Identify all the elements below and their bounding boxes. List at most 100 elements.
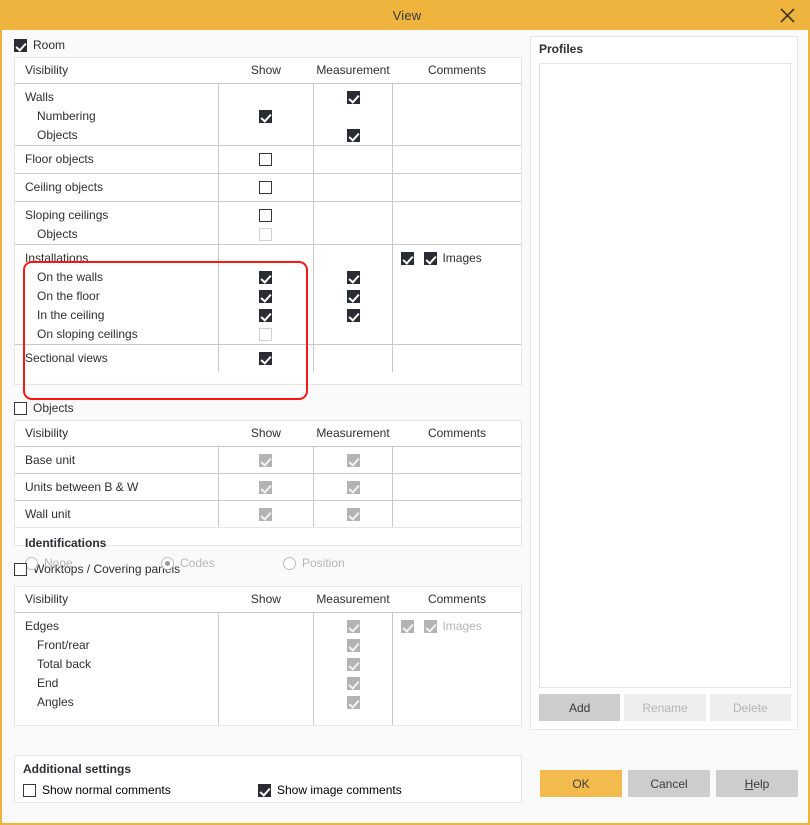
worktops-row-edges-show [219,613,313,726]
walls-objects-measurement-checkbox[interactable] [347,129,360,142]
objects-label: Objects [33,401,74,415]
room-row-ceiling-objects-show [219,174,313,202]
worktops-table: Visibility Show Measurement Comments Edg… [15,587,521,725]
sectional-views-show-checkbox[interactable] [259,352,272,365]
room-row-sloping-ceilings-measurement [313,202,393,245]
help-accel: H [745,777,754,791]
room-panel: Visibility Show Measurement Comments Wal… [14,57,522,385]
total-back-measurement-checkbox [347,658,360,671]
table-row: Floor objects [15,146,521,174]
show-image-comments-checkbox[interactable] [258,784,271,797]
ceiling-objects-show-checkbox[interactable] [259,181,272,194]
walls-numbering-show-checkbox[interactable] [259,110,272,123]
room-row-sectional-views-measurement [313,345,393,373]
show-image-comments-option[interactable]: Show image comments [258,783,402,797]
table-row: Ceiling objects [15,174,521,202]
room-row-sloping-ceilings-show [219,202,313,245]
walls-measurement-checkbox[interactable] [347,91,360,104]
installations-comments-checkbox[interactable] [401,252,414,265]
table-row: Sectional views [15,345,521,373]
sloping-ceilings-objects-show-checkbox [259,228,272,241]
worktops-col-measurement: Measurement [313,587,393,613]
room-row-installations-show [219,245,313,345]
installations-on-the-floor-show-checkbox[interactable] [259,290,272,303]
dialog-titlebar: View [2,0,810,30]
wall-unit-show-checkbox [259,508,272,521]
additional-settings-title: Additional settings [23,762,511,776]
row-label: Sectional views [25,349,218,368]
objects-col-visibility: Visibility [15,421,219,447]
installations-on-the-walls-measurement-checkbox[interactable] [347,271,360,284]
room-col-measurement: Measurement [313,58,393,84]
room-checkbox[interactable] [14,39,27,52]
installations-in-the-ceiling-measurement-checkbox[interactable] [347,309,360,322]
room-table: Visibility Show Measurement Comments Wal… [15,58,521,372]
room-row-installations-labels: Installations On the walls On the floor … [15,245,219,345]
row-label: Angles [25,693,218,712]
table-row: Sloping ceilings Objects [15,202,521,245]
help-button[interactable]: Help [716,770,798,797]
installations-images-checkbox[interactable] [424,252,437,265]
show-normal-comments-checkbox[interactable] [23,784,36,797]
objects-col-measurement: Measurement [313,421,393,447]
room-group-header: Room [14,36,522,54]
room-row-floor-objects-label: Floor objects [15,146,219,174]
settings-pane: Room Visibility Show Measurement Comment… [14,36,522,812]
row-label: Front/rear [25,636,218,655]
room-row-ceiling-objects-comments [393,174,521,202]
add-profile-button[interactable]: Add [539,694,620,721]
objects-col-show: Show [219,421,313,447]
row-label: In the ceiling [25,306,218,325]
identifications-group: Identifications None Codes Position [15,527,521,579]
room-row-ceiling-objects-measurement [313,174,393,202]
worktops-row-edges-labels: Edges Front/rear Total back End Angles [15,613,219,726]
angles-measurement-checkbox [347,696,360,709]
sloping-ceilings-show-checkbox[interactable] [259,209,272,222]
row-label: Floor objects [25,150,218,169]
room-row-walls-labels: Walls Numbering Objects [15,84,219,146]
room-row-sectional-views-comments [393,345,521,373]
identifications-codes-label: Codes [180,556,215,570]
identifications-position-radio [283,557,296,570]
identifications-codes-radio [161,557,174,570]
dialog-button-bar: OK Cancel Help [540,770,798,797]
installations-on-the-walls-show-checkbox[interactable] [259,271,272,284]
row-label: Installations [25,249,218,268]
objects-table: Visibility Show Measurement Comments Bas… [15,421,521,527]
installations-on-the-floor-measurement-checkbox[interactable] [347,290,360,303]
floor-objects-show-checkbox[interactable] [259,153,272,166]
cancel-button[interactable]: Cancel [628,770,710,797]
row-label: Sloping ceilings [25,206,218,225]
room-row-installations-measurement [313,245,393,345]
installations-in-the-ceiling-show-checkbox[interactable] [259,309,272,322]
edges-comments-checkbox [401,620,414,633]
room-table-header-row: Visibility Show Measurement Comments [15,58,521,84]
close-icon[interactable] [770,0,804,30]
worktops-checkbox[interactable] [14,563,27,576]
row-label: Walls [25,88,218,107]
help-rest: elp [753,777,769,791]
objects-group-header: Objects [14,399,522,417]
worktops-row-edges-measurement [313,613,393,726]
room-col-comments: Comments [393,58,521,84]
base-unit-show-checkbox [259,454,272,467]
units-between-measurement-checkbox [347,481,360,494]
identifications-position-label: Position [302,556,345,570]
objects-row-base-unit-measurement [313,447,393,474]
show-normal-comments-option[interactable]: Show normal comments [23,783,258,797]
row-label: On the walls [25,268,218,287]
room-row-sloping-ceilings-labels: Sloping ceilings Objects [15,202,219,245]
objects-row-wall-unit-measurement [313,501,393,528]
objects-checkbox[interactable] [14,402,27,415]
objects-row-base-unit-label: Base unit [15,447,219,474]
table-row: Wall unit [15,501,521,528]
room-row-sectional-views-label: Sectional views [15,345,219,373]
profiles-pane: Profiles Add Rename Delete [530,36,798,730]
room-row-floor-objects-measurement [313,146,393,174]
room-col-visibility: Visibility [15,58,219,84]
ok-button[interactable]: OK [540,770,622,797]
profiles-list[interactable] [539,63,791,688]
row-label: Edges [25,617,218,636]
room-row-walls-show [219,84,313,146]
objects-row-units-between-show [219,474,313,501]
